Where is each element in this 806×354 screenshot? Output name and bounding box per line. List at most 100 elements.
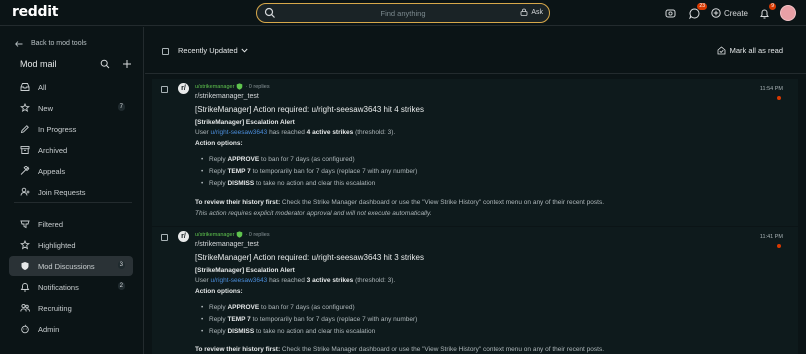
sidebar-divider [14,202,132,203]
create-button[interactable]: Create [711,8,748,18]
sidebar-item-recruiting[interactable]: Recruiting [9,298,133,318]
sidebar-item-join-requests[interactable]: Join Requests [9,182,133,202]
thread-time: 11:41 PM [759,234,783,240]
review-line: To review their history first: Check the… [195,346,604,353]
ask-label: Ask [531,8,543,16]
select-all-checkbox[interactable] [162,48,169,55]
sort-dropdown[interactable]: Recently Updated [178,46,248,55]
back-to-mod-tools[interactable]: Back to mod tools [15,40,87,47]
thread-item[interactable]: r/ u/strikemanager · 0 replies r/strikem… [152,227,798,354]
user-link[interactable]: u/right-seesaw3643 [211,129,268,136]
top-bar: reddit Find anything Ask 23 Create 9 [0,0,806,26]
alert-title: [StrikeManager] Escalation Alert [195,119,295,126]
user-mid: has reached [267,129,307,136]
recruiting-icon [20,303,30,313]
reply-count: · 0 replies [245,231,270,238]
user-avatar[interactable] [780,5,796,21]
author-link[interactable]: u/strikemanager [195,84,234,90]
strike-count: 3 active strikes [306,277,354,284]
option-post: to take no action and clear this escalat… [254,180,376,187]
option-post: to temporarily ban for 7 days (replace 7… [250,168,418,175]
sidebar-item-highlighted[interactable]: Highlighted [9,235,133,255]
sidebar-item-new[interactable]: New 7 [9,98,133,118]
thread-item[interactable]: r/ u/strikemanager · 0 replies r/strikem… [152,79,798,226]
threshold-text: (threshold: 3). [353,277,396,284]
chat-button[interactable]: 23 [687,3,707,21]
approval-note: This action requires explicit moderator … [195,210,432,217]
archive-icon [20,145,30,155]
subreddit-icon: r/ [178,83,189,94]
subreddit-icon: r/ [178,231,189,242]
inbox-icon [20,82,30,92]
sidebar-item-admin[interactable]: Admin [9,319,133,339]
advertise-button[interactable] [663,5,679,21]
option-post: to temporarily ban for 7 days (replace 7… [250,316,418,323]
compose-plus-icon[interactable] [122,59,132,69]
option-pre: Reply [209,168,228,175]
reddit-logo[interactable]: reddit [12,4,58,20]
search-icon[interactable] [100,59,110,69]
sidebar-item-label: Notifications [38,282,79,292]
review-text: Check the Strike Manager dashboard or us… [280,346,605,353]
thread-checkbox[interactable] [161,86,168,93]
sidebar-item-archived[interactable]: Archived [9,140,133,160]
sidebar-item-in-progress[interactable]: In Progress [9,119,133,139]
sidebar-item-label: New [38,103,54,113]
thread-subject: [StrikeManager] Action required: u/right… [195,105,425,114]
sidebar-item-label: Highlighted [38,240,76,250]
option-keyword: TEMP 7 [227,168,251,175]
plus-icon [711,8,721,18]
user-link[interactable]: u/right-seesaw3643 [211,277,268,284]
user-prefix: User [195,129,211,136]
sidebar-item-label: Mod Discussions [38,261,95,271]
appeals-icon [20,166,30,176]
mod-shield-icon [237,231,243,238]
pencil-icon [20,124,30,134]
thread-meta: u/strikemanager · 0 replies [195,83,270,90]
sidebar-item-label: Appeals [38,166,66,176]
subreddit-name: r/strikemanager_test [195,93,259,100]
reply-count: · 0 replies [245,83,270,90]
search-bar[interactable]: Find anything Ask [256,3,550,23]
alert-title: [StrikeManager] Escalation Alert [195,267,295,274]
user-line: User u/right-seesaw3643 has reached 4 ac… [195,129,395,136]
shield-icon [20,261,30,271]
option-temp: Reply TEMP 7 to temporarily ban for 7 da… [201,316,418,323]
sidebar-item-filtered[interactable]: Filtered [9,214,133,234]
unread-dot [777,244,781,248]
user-mid: has reached [267,277,307,284]
mod-discussions-count: 3 [117,261,125,269]
sidebar-item-all[interactable]: All [9,77,133,97]
chat-badge: 23 [697,3,707,10]
sidebar-item-appeals[interactable]: Appeals [9,161,133,181]
option-dismiss: Reply DISMISS to take no action and clea… [201,328,376,335]
thread-checkbox[interactable] [161,234,168,241]
mark-all-label: Mark all as read [729,46,783,55]
chevron-down-icon [241,48,248,53]
option-temp: Reply TEMP 7 to temporarily ban for 7 da… [201,168,418,175]
sidebar-item-label: Admin [38,324,60,334]
new-count: 7 [117,103,125,111]
ask-button[interactable]: Ask [520,8,543,16]
sort-label: Recently Updated [178,46,238,55]
search-placeholder: Find anything [380,9,426,18]
sidebar-item-label: In Progress [38,124,77,134]
option-pre: Reply [209,328,228,335]
author-link[interactable]: u/strikemanager [195,232,234,238]
sidebar-item-notifications[interactable]: Notifications 2 [9,277,133,297]
review-title: To review their history first: [195,346,281,353]
option-pre: Reply [209,304,228,311]
bell-icon [759,9,769,18]
option-pre: Reply [209,156,228,163]
mark-all-read-button[interactable]: Mark all as read [717,46,783,55]
notifications-button[interactable]: 9 [756,3,776,21]
option-post: to ban for 7 days (as configured) [259,304,355,311]
filtered-icon [20,219,30,229]
bell-icon [20,282,30,292]
thread-meta: u/strikemanager · 0 replies [195,231,270,238]
option-keyword: DISMISS [227,328,255,335]
options-title: Action options: [195,288,243,295]
option-post: to take no action and clear this escalat… [254,328,376,335]
sidebar-item-label: Recruiting [38,303,72,313]
sidebar-item-mod-discussions[interactable]: Mod Discussions 3 [9,256,133,276]
